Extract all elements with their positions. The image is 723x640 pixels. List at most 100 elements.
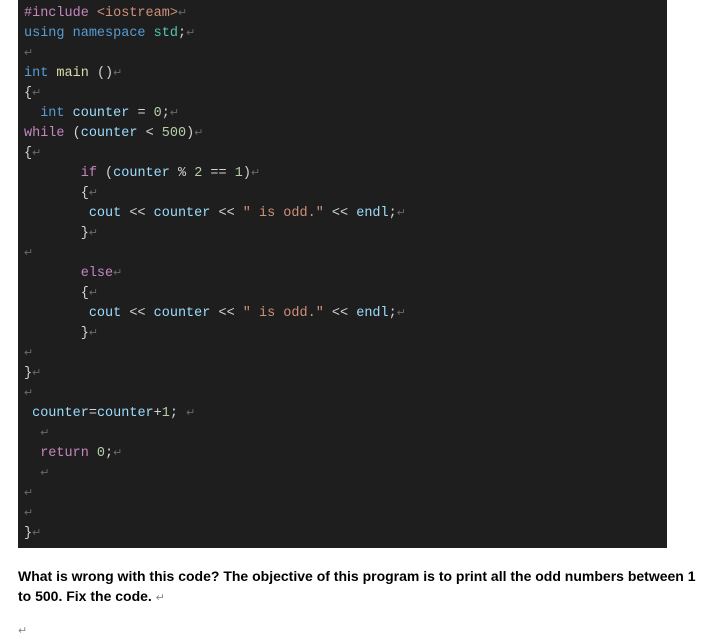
code-line: #include <iostream>↵ <box>24 4 661 24</box>
code-token: ↵ <box>113 68 122 80</box>
code-line: {↵ <box>24 84 661 104</box>
code-token: ↵ <box>251 168 260 180</box>
code-token: ) <box>243 166 251 181</box>
code-token: = <box>89 406 97 421</box>
code-line: cout << counter << " is odd." << endl;↵ <box>24 304 661 324</box>
code-token: counter <box>32 406 89 421</box>
question-text: What is wrong with this code? The object… <box>18 568 696 604</box>
code-line: if (counter % 2 == 1)↵ <box>24 164 661 184</box>
code-token: while <box>24 126 65 141</box>
code-token <box>146 206 154 221</box>
code-line: {↵ <box>24 144 661 164</box>
code-token: std <box>154 26 178 41</box>
code-token: ; <box>105 446 113 461</box>
code-token: ; <box>178 26 186 41</box>
code-line: }↵ <box>24 224 661 244</box>
code-token <box>235 206 243 221</box>
code-token <box>348 306 356 321</box>
code-token <box>24 226 81 241</box>
code-token <box>65 106 73 121</box>
code-token <box>65 26 73 41</box>
code-token <box>227 166 235 181</box>
code-token: ↵ <box>89 288 98 300</box>
code-token: namespace <box>73 26 146 41</box>
code-token: ↵ <box>32 148 41 160</box>
code-token: int <box>40 106 64 121</box>
code-token: << <box>129 206 145 221</box>
code-line: ↵ <box>24 424 661 444</box>
code-token: < <box>146 126 154 141</box>
code-token <box>324 306 332 321</box>
code-token: ↵ <box>40 468 49 480</box>
code-token: <iostream> <box>97 6 178 21</box>
code-token: " is odd." <box>243 206 324 221</box>
code-token <box>24 446 40 461</box>
code-token: ↵ <box>397 308 406 320</box>
code-line: counter=counter+1; ↵ <box>24 404 661 424</box>
code-token: } <box>24 526 32 541</box>
code-block: #include <iostream>↵ using namespace std;… <box>18 0 667 548</box>
code-token <box>24 466 40 481</box>
code-token: counter <box>154 306 211 321</box>
code-token: ↵ <box>397 208 406 220</box>
code-token: << <box>332 306 348 321</box>
code-token: ↵ <box>89 228 98 240</box>
code-line: cout << counter << " is odd." << endl;↵ <box>24 204 661 224</box>
code-token: ↵ <box>186 28 195 40</box>
code-token: endl <box>356 306 388 321</box>
eol-arrow: ↵ <box>156 592 165 604</box>
code-line: else↵ <box>24 264 661 284</box>
code-token: = <box>137 106 145 121</box>
code-token: ( <box>105 166 113 181</box>
code-token: ↵ <box>24 348 33 360</box>
code-token: } <box>81 326 89 341</box>
code-token: ↵ <box>24 508 33 520</box>
question-block: What is wrong with this code? The object… <box>18 566 705 607</box>
code-token: return <box>40 446 89 461</box>
code-token <box>146 106 154 121</box>
code-token: if <box>81 166 97 181</box>
code-token: main <box>56 66 88 81</box>
code-line: ↵ <box>24 44 661 64</box>
code-token <box>348 206 356 221</box>
code-token: ↵ <box>113 268 122 280</box>
code-line: ↵ <box>24 344 661 364</box>
trailing-line: ↵ <box>18 619 705 640</box>
code-token: ↵ <box>89 328 98 340</box>
code-token: else <box>81 266 113 281</box>
code-token: counter <box>97 406 154 421</box>
code-token <box>24 206 89 221</box>
code-line: }↵ <box>24 364 661 384</box>
code-token: cout <box>89 206 121 221</box>
code-token: ↵ <box>40 428 49 440</box>
code-token <box>170 166 178 181</box>
code-token <box>24 266 81 281</box>
code-token: << <box>218 306 234 321</box>
code-token <box>154 126 162 141</box>
code-token: << <box>332 206 348 221</box>
code-token: ↵ <box>113 448 122 460</box>
code-token: ↵ <box>32 368 41 380</box>
code-token: int <box>24 66 48 81</box>
code-token: ↵ <box>170 108 179 120</box>
code-token: << <box>129 306 145 321</box>
code-token: { <box>81 186 89 201</box>
code-line: while (counter < 500)↵ <box>24 124 661 144</box>
code-token <box>324 206 332 221</box>
code-token: using <box>24 26 65 41</box>
code-token: } <box>81 226 89 241</box>
code-token: { <box>24 86 32 101</box>
code-line: ↵ <box>24 244 661 264</box>
code-token: 1 <box>162 406 170 421</box>
code-token: counter <box>81 126 138 141</box>
code-line: }↵ <box>24 324 661 344</box>
code-line: }↵ <box>24 524 661 544</box>
code-token: counter <box>113 166 170 181</box>
code-token: 500 <box>162 126 186 141</box>
code-token <box>24 406 32 421</box>
code-line: ↵ <box>24 484 661 504</box>
eol-arrow: ↵ <box>18 625 27 637</box>
code-token: 0 <box>97 446 105 461</box>
code-token: 1 <box>235 166 243 181</box>
code-token: ; <box>170 406 186 421</box>
